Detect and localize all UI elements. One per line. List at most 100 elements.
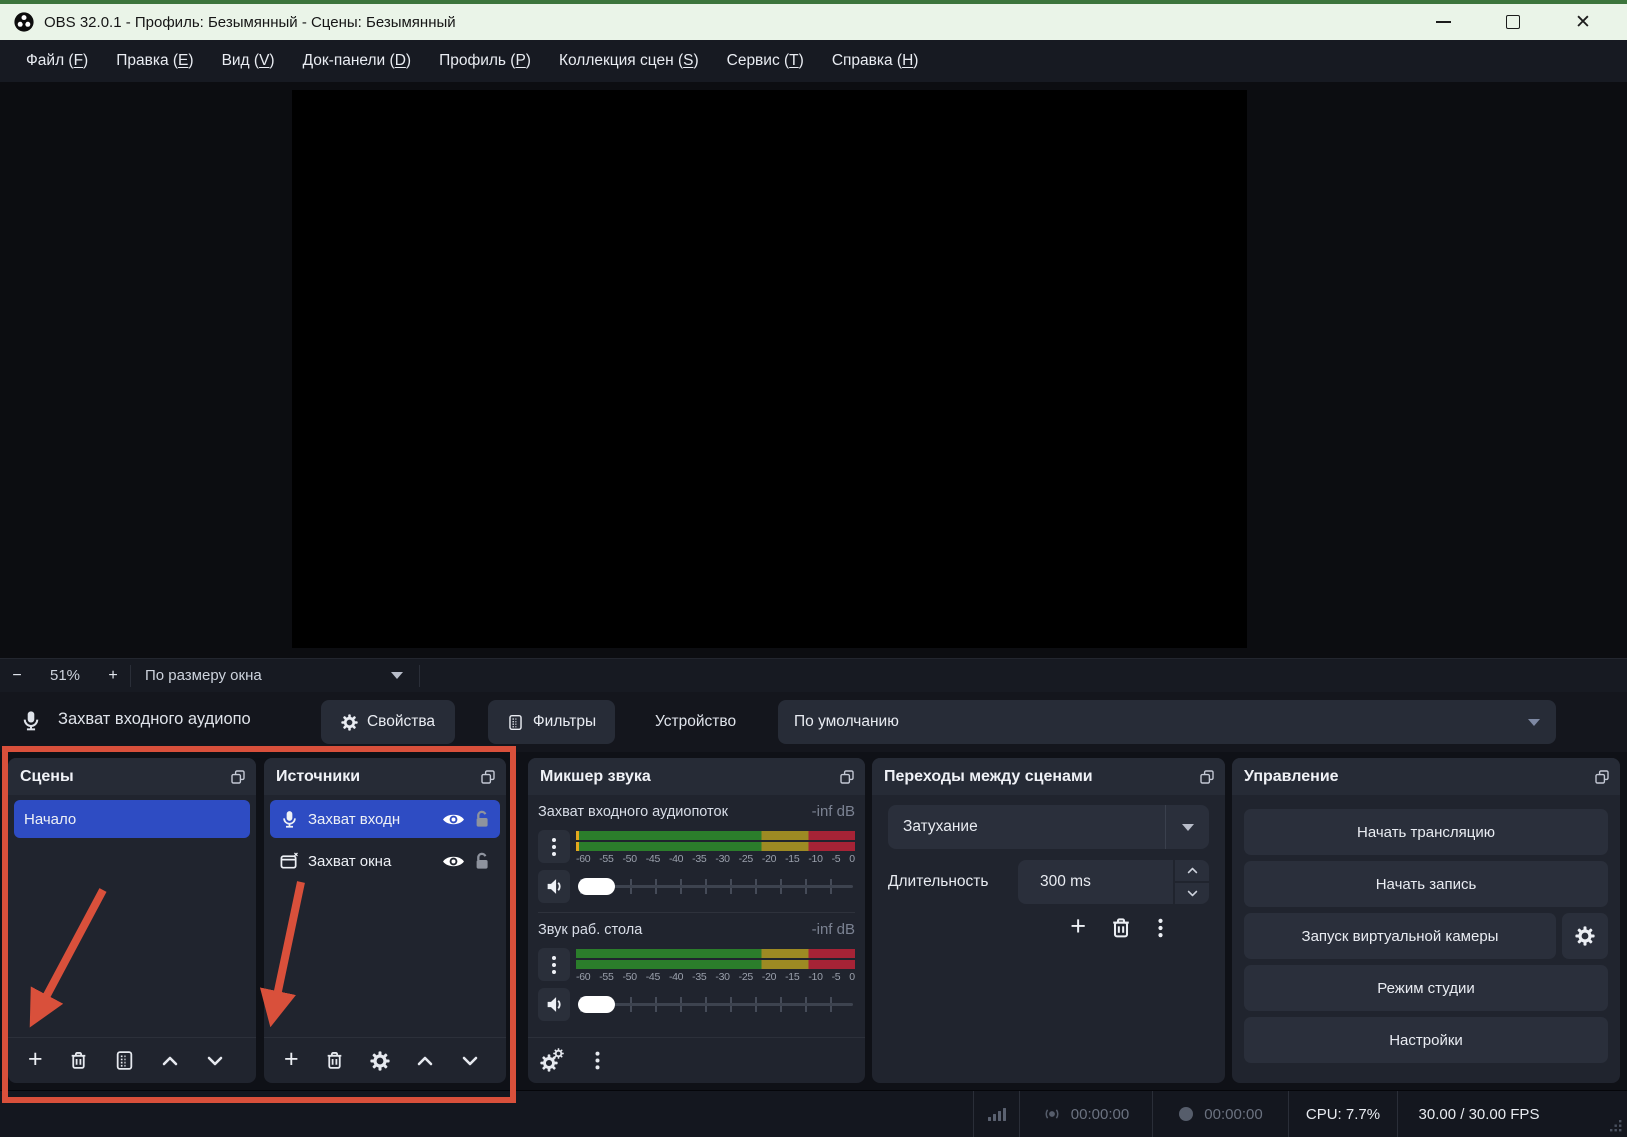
add-source-button[interactable]: + bbox=[284, 1047, 299, 1072]
scene-filters-button[interactable] bbox=[114, 1050, 135, 1071]
remove-transition-button[interactable] bbox=[1109, 916, 1133, 940]
move-scene-up-button[interactable] bbox=[160, 1051, 180, 1071]
menu-item-f[interactable]: Файл (F) bbox=[12, 40, 102, 82]
studio-mode-button[interactable]: Режим студии bbox=[1244, 965, 1608, 1011]
gear-icon bbox=[1575, 926, 1595, 946]
advanced-audio-button[interactable] bbox=[540, 1048, 566, 1074]
maximize-button[interactable] bbox=[1493, 7, 1533, 37]
popout-icon[interactable] bbox=[1595, 770, 1609, 784]
virtual-camera-settings-button[interactable] bbox=[1562, 913, 1608, 959]
resize-grip[interactable] bbox=[1610, 1120, 1622, 1132]
mixer-menu-button[interactable] bbox=[593, 1050, 602, 1071]
move-source-up-button[interactable] bbox=[415, 1051, 435, 1071]
remove-scene-button[interactable] bbox=[68, 1050, 89, 1071]
controls-panel-header[interactable]: Управление bbox=[1232, 758, 1620, 795]
popout-icon[interactable] bbox=[481, 770, 495, 784]
menu-item-d[interactable]: Док-панели (D) bbox=[289, 40, 425, 82]
transitions-panel-header[interactable]: Переходы между сценами bbox=[872, 758, 1225, 795]
channel-menu-button[interactable] bbox=[538, 948, 570, 981]
visibility-eye-icon[interactable] bbox=[442, 854, 465, 869]
cpu-usage: CPU: 7.7% bbox=[1306, 1106, 1380, 1123]
mixer-title: Микшер звука bbox=[540, 768, 651, 786]
start-virtual-camera-button[interactable]: Запуск виртуальной камеры bbox=[1244, 913, 1556, 959]
move-source-down-button[interactable] bbox=[460, 1051, 480, 1071]
obs-window: OBS 32.0.1 - Профиль: Безымянный - Сцены… bbox=[0, 0, 1627, 1137]
gear-icon bbox=[341, 714, 358, 731]
close-button[interactable]: ✕ bbox=[1563, 7, 1603, 37]
meter-scale-label: -15 bbox=[785, 971, 799, 983]
meter-scale: -60-55-50-45-40-35-30-25-20-15-10-50 bbox=[576, 853, 855, 865]
meter-bar bbox=[576, 842, 855, 851]
settings-button[interactable]: Настройки bbox=[1244, 1017, 1608, 1063]
mute-button[interactable] bbox=[538, 988, 570, 1021]
transition-menu-button[interactable] bbox=[1156, 917, 1165, 939]
remove-source-button[interactable] bbox=[324, 1050, 345, 1071]
controls-body: Начать трансляцию Начать запись Запуск в… bbox=[1232, 795, 1620, 1063]
transition-select[interactable]: Затухание bbox=[888, 805, 1209, 849]
mixer-panel-header[interactable]: Микшер звука bbox=[528, 758, 865, 795]
channel-name: Звук раб. стола bbox=[538, 922, 812, 938]
meter-scale-label: -55 bbox=[599, 971, 613, 983]
sources-toolbar: + bbox=[264, 1037, 506, 1083]
meter-scale-label: -20 bbox=[762, 971, 776, 983]
zoom-out-button[interactable]: − bbox=[0, 667, 34, 685]
preview-area bbox=[0, 82, 1627, 658]
menu-item-v[interactable]: Вид (V) bbox=[208, 40, 289, 82]
popout-icon[interactable] bbox=[231, 770, 245, 784]
move-scene-down-button[interactable] bbox=[205, 1051, 225, 1071]
volume-slider[interactable] bbox=[576, 988, 855, 1021]
slider-handle[interactable] bbox=[578, 996, 615, 1013]
broadcast-icon bbox=[1043, 1106, 1061, 1122]
device-label: Устройство bbox=[655, 713, 736, 731]
chevron-down-icon bbox=[1182, 824, 1194, 831]
menu-item-t[interactable]: Сервис (T) bbox=[713, 40, 818, 82]
duration-spinner[interactable]: 300 ms bbox=[1018, 860, 1209, 904]
mute-button[interactable] bbox=[538, 870, 570, 903]
mixer-channel: Звук раб. стола -inf dB -60-55-50-45-40-… bbox=[538, 912, 855, 1021]
popout-icon[interactable] bbox=[1200, 770, 1214, 784]
meter-scale-label: -25 bbox=[739, 853, 753, 865]
filters-button[interactable]: Фильтры bbox=[488, 700, 615, 744]
menu-item-e[interactable]: Правка (E) bbox=[102, 40, 207, 82]
source-properties-button[interactable] bbox=[370, 1051, 390, 1071]
add-transition-button[interactable]: + bbox=[1070, 913, 1086, 940]
start-streaming-button[interactable]: Начать трансляцию bbox=[1244, 809, 1608, 855]
source-item[interactable]: Захват входн bbox=[270, 800, 500, 838]
sources-panel: Источники Захват входн Захват окна + bbox=[264, 758, 506, 1083]
zoom-fit-dropdown[interactable]: По размеру окна bbox=[131, 667, 419, 684]
meter-scale-label: -40 bbox=[669, 853, 683, 865]
sources-title: Источники bbox=[276, 768, 360, 786]
channel-menu-button[interactable] bbox=[538, 830, 570, 863]
slider-handle[interactable] bbox=[578, 878, 615, 895]
meter-scale-label: -40 bbox=[669, 971, 683, 983]
lock-open-icon[interactable] bbox=[474, 852, 490, 870]
scenes-panel-header[interactable]: Сцены bbox=[8, 758, 256, 795]
kebab-icon bbox=[552, 956, 556, 974]
obs-logo-icon bbox=[14, 12, 34, 32]
menu-item-s[interactable]: Коллекция сцен (S) bbox=[545, 40, 713, 82]
spin-down-button[interactable] bbox=[1175, 883, 1209, 904]
duration-value[interactable]: 300 ms bbox=[1018, 860, 1173, 904]
record-time-segment: 00:00:00 bbox=[1152, 1091, 1288, 1137]
preview-canvas[interactable] bbox=[292, 90, 1247, 648]
scene-item[interactable]: Начало bbox=[14, 800, 250, 838]
sources-panel-header[interactable]: Источники bbox=[264, 758, 506, 795]
zoom-level: 51% bbox=[34, 667, 96, 684]
add-scene-button[interactable]: + bbox=[28, 1047, 43, 1072]
visibility-eye-icon[interactable] bbox=[442, 812, 465, 827]
popout-icon[interactable] bbox=[840, 770, 854, 784]
volume-slider[interactable] bbox=[576, 870, 855, 903]
zoom-in-button[interactable]: + bbox=[96, 667, 130, 685]
menu-item-p[interactable]: Профиль (P) bbox=[425, 40, 545, 82]
start-recording-button[interactable]: Начать запись bbox=[1244, 861, 1608, 907]
minimize-button[interactable] bbox=[1423, 7, 1463, 37]
menu-item-h[interactable]: Справка (H) bbox=[818, 40, 933, 82]
window-controls: ✕ bbox=[1423, 7, 1617, 37]
meter-scale-label: -20 bbox=[762, 853, 776, 865]
lock-open-icon[interactable] bbox=[474, 810, 490, 828]
device-combobox[interactable]: По умолчанию bbox=[778, 700, 1556, 744]
spin-up-button[interactable] bbox=[1175, 860, 1209, 881]
source-item[interactable]: Захват окна bbox=[270, 842, 500, 880]
properties-button[interactable]: Свойства bbox=[321, 700, 455, 744]
scenes-panel: Сцены Начало + bbox=[8, 758, 256, 1083]
